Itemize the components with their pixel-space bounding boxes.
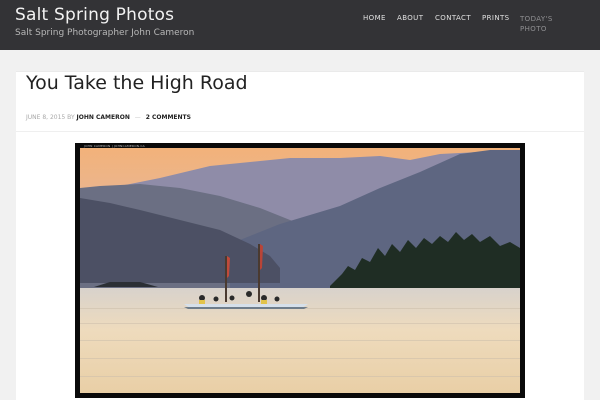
nav-about[interactable]: ABOUT [397,14,423,22]
post-by-label: BY [67,114,75,121]
featured-photo[interactable]: JOHN CAMERON | JOHNCAMERON.CA [75,143,525,398]
nav-todays-photo[interactable]: TODAY'S PHOTO [520,14,553,34]
post-date[interactable]: JUNE 8, 2015 [26,114,65,121]
post-author-link[interactable]: JOHN CAMERON [77,114,130,121]
post-meta: JUNE 8, 2015 BY JOHN CAMERON — 2 COMMENT… [26,114,191,121]
post-comments-link[interactable]: 2 COMMENTS [146,114,191,121]
nav-contact[interactable]: CONTACT [435,14,471,22]
site-header: Salt Spring Photos Salt Spring Photograp… [0,0,600,50]
post-card: You Take the High Road JUNE 8, 2015 BY J… [16,71,584,400]
nav-todays-photo-line2: PHOTO [520,25,547,33]
photo-image [80,148,520,393]
post-title[interactable]: You Take the High Road [26,72,248,94]
nav-prints[interactable]: PRINTS [482,14,510,22]
site-tagline: Salt Spring Photographer John Cameron [15,28,195,38]
nav-home[interactable]: HOME [363,14,386,22]
nav-todays-photo-line1: TODAY'S [520,15,553,23]
site-title[interactable]: Salt Spring Photos [15,5,174,25]
meta-divider [16,131,584,132]
meta-separator: — [134,114,141,121]
